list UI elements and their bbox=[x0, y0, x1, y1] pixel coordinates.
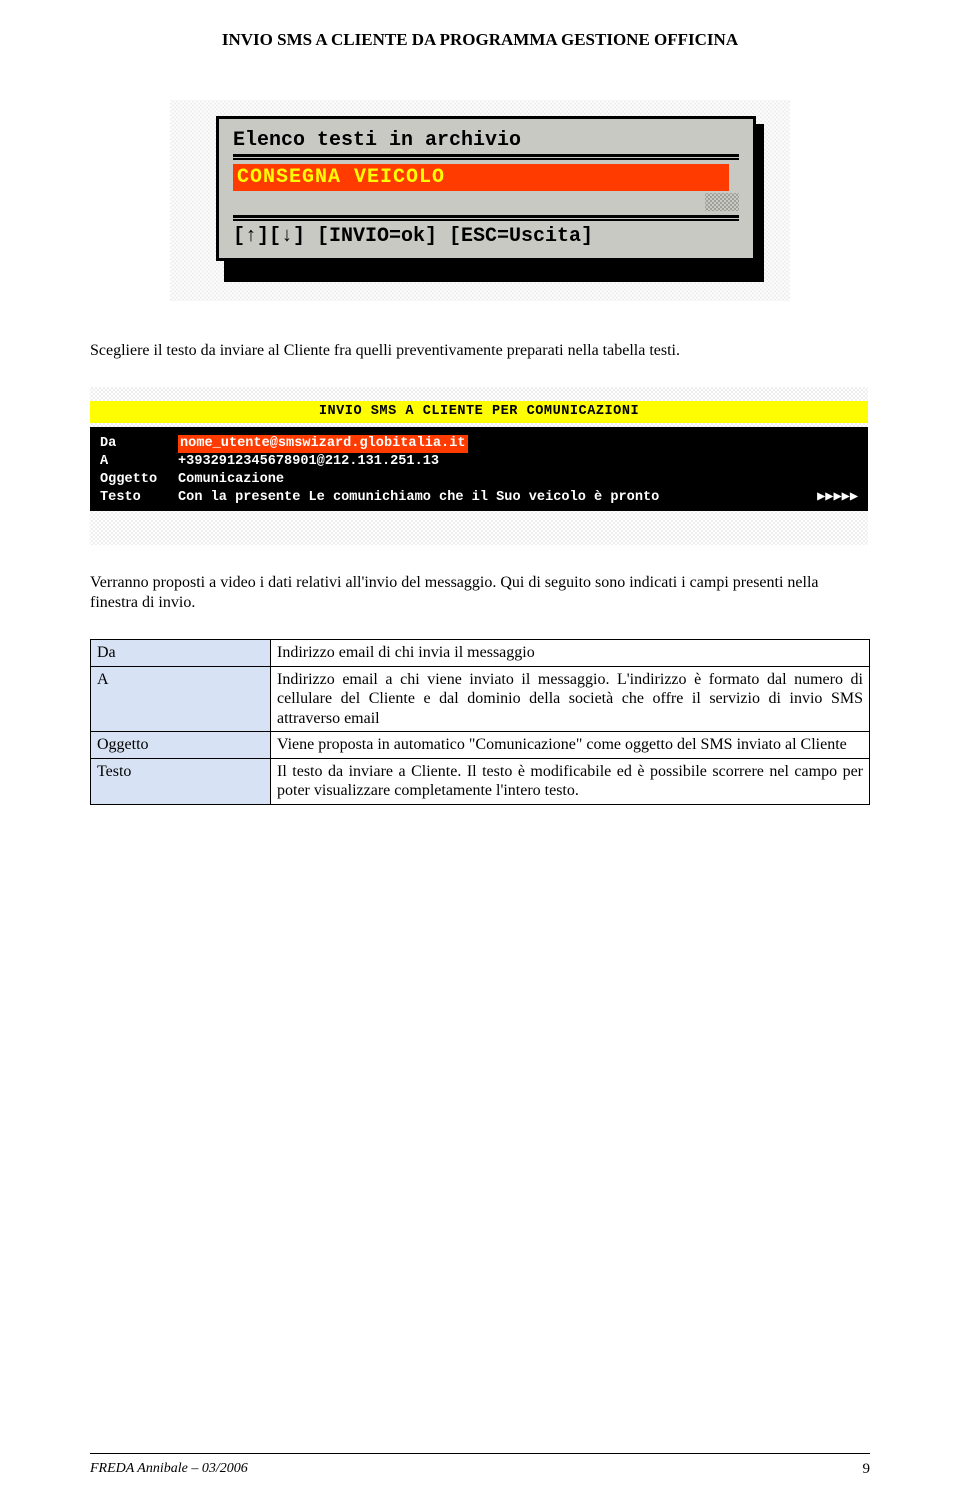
table-row: A Indirizzo email a chi viene inviato il… bbox=[91, 666, 870, 732]
form-row-a: A +3932912345678901@212.131.251.13 bbox=[100, 453, 858, 471]
def-val-da: Indirizzo email di chi invia il messaggi… bbox=[271, 640, 870, 667]
form-label-testo: Testo bbox=[100, 489, 178, 507]
def-val-a: Indirizzo email a chi viene inviato il m… bbox=[271, 666, 870, 732]
form-body: Da nome_utente@smswizard.globitalia.it A… bbox=[90, 427, 868, 511]
popup-title: Elenco testi in archivio bbox=[233, 129, 739, 152]
form-row-oggetto: Oggetto Comunicazione bbox=[100, 471, 858, 489]
def-key-a: A bbox=[91, 666, 271, 732]
terminal-archive-popup: Elenco testi in archivio CONSEGNA VEICOL… bbox=[170, 100, 790, 301]
table-row: Testo Il testo da inviare a Cliente. Il … bbox=[91, 758, 870, 804]
paragraph-1: Scegliere il testo da inviare al Cliente… bbox=[90, 341, 870, 361]
def-key-testo: Testo bbox=[91, 758, 271, 804]
form-label-oggetto: Oggetto bbox=[100, 471, 178, 489]
popup-row-accent bbox=[705, 193, 739, 211]
definition-table: Da Indirizzo email di chi invia il messa… bbox=[90, 639, 870, 805]
page-number: 9 bbox=[863, 1461, 871, 1478]
def-key-da: Da bbox=[91, 640, 271, 667]
table-row: Da Indirizzo email di chi invia il messa… bbox=[91, 640, 870, 667]
form-row-testo: Testo Con la presente Le comunichiamo ch… bbox=[100, 489, 858, 507]
form-banner: INVIO SMS A CLIENTE PER COMUNICAZIONI bbox=[90, 401, 868, 423]
page-footer: FREDA Annibale – 03/2006 9 bbox=[90, 1461, 870, 1478]
popup-selected-item[interactable]: CONSEGNA VEICOLO bbox=[233, 164, 729, 191]
form-label-da: Da bbox=[100, 435, 178, 453]
footer-author: FREDA Annibale – 03/2006 bbox=[90, 1461, 248, 1478]
def-val-oggetto: Viene proposta in automatico "Comunicazi… bbox=[271, 732, 870, 759]
popup-divider-bottom bbox=[233, 215, 739, 221]
terminal-form: INVIO SMS A CLIENTE PER COMUNICAZIONI Da… bbox=[90, 387, 868, 545]
form-value-da[interactable]: nome_utente@smswizard.globitalia.it bbox=[178, 435, 468, 453]
form-footer-area bbox=[90, 511, 868, 545]
page-title: INVIO SMS A CLIENTE DA PROGRAMMA GESTION… bbox=[90, 30, 870, 50]
def-key-oggetto: Oggetto bbox=[91, 732, 271, 759]
popup-window: Elenco testi in archivio CONSEGNA VEICOL… bbox=[216, 116, 756, 261]
form-row-da: Da nome_utente@smswizard.globitalia.it bbox=[100, 435, 858, 453]
popup-divider-top bbox=[233, 154, 739, 160]
scroll-arrows-icon[interactable]: ▶▶▶▶▶ bbox=[817, 489, 858, 507]
form-value-oggetto[interactable]: Comunicazione bbox=[178, 471, 284, 489]
form-value-testo[interactable]: Con la presente Le comunichiamo che il S… bbox=[178, 489, 667, 507]
table-row: Oggetto Viene proposta in automatico "Co… bbox=[91, 732, 870, 759]
form-banner-area: INVIO SMS A CLIENTE PER COMUNICAZIONI bbox=[90, 387, 868, 427]
def-val-testo: Il testo da inviare a Cliente. Il testo … bbox=[271, 758, 870, 804]
footer-divider bbox=[90, 1453, 870, 1454]
popup-blank-row[interactable] bbox=[233, 193, 739, 213]
page: INVIO SMS A CLIENTE DA PROGRAMMA GESTION… bbox=[0, 0, 960, 1504]
form-value-a[interactable]: +3932912345678901@212.131.251.13 bbox=[178, 453, 439, 471]
form-label-a: A bbox=[100, 453, 178, 471]
paragraph-2: Verranno proposti a video i dati relativ… bbox=[90, 573, 870, 613]
popup-instructions: [↑][↓] [INVIO=ok] [ESC=Uscita] bbox=[233, 225, 739, 248]
